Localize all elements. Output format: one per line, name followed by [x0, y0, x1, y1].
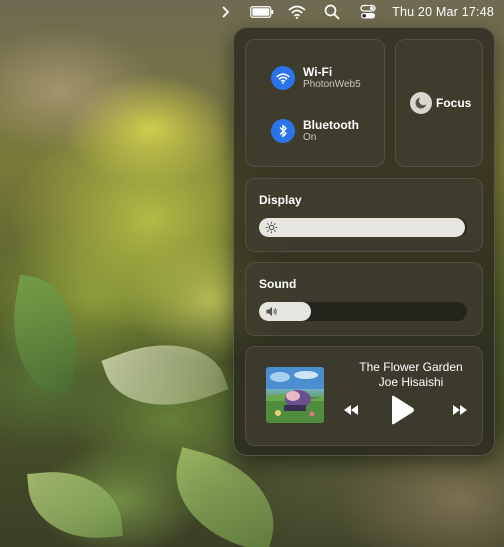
wallpaper-leaf: [0, 274, 90, 396]
speaker-icon: [266, 306, 277, 317]
battery-icon[interactable]: [250, 0, 274, 24]
wallpaper-leaf: [161, 447, 289, 547]
track-title: The Flower Garden: [359, 360, 463, 374]
control-center-icon[interactable]: [360, 0, 376, 24]
focus-tile[interactable]: Focus: [395, 39, 483, 167]
track-artist: Joe Hisaishi: [378, 375, 444, 389]
wifi-toggle[interactable]: Wi-Fi PhotonWeb5: [271, 65, 361, 91]
rewind-icon[interactable]: [342, 403, 360, 417]
sun-icon: [265, 221, 278, 234]
control-center-panel: Wi-Fi PhotonWeb5 Bluetooth On Focus Disp…: [233, 27, 495, 456]
album-artwork[interactable]: [266, 367, 324, 423]
top-menu-bar: Thu 20 Mar 17:48: [0, 0, 504, 24]
wifi-title: Wi-Fi: [303, 65, 333, 79]
display-tile: Display: [245, 178, 483, 252]
focus-label: Focus: [436, 96, 472, 110]
chevron-right-icon[interactable]: [220, 0, 230, 24]
wallpaper-leaf: [27, 466, 123, 544]
bluetooth-status: On: [303, 132, 317, 143]
wallpaper-leaf: [101, 323, 229, 427]
brightness-slider-fill: [259, 218, 465, 237]
bluetooth-toggle[interactable]: Bluetooth On: [271, 118, 359, 144]
volume-slider[interactable]: [259, 302, 467, 321]
sound-title: Sound: [259, 277, 297, 291]
bluetooth-title: Bluetooth: [303, 118, 359, 132]
connectivity-tile: Wi-Fi PhotonWeb5 Bluetooth On: [245, 39, 385, 167]
wifi-network-name: PhotonWeb5: [303, 79, 361, 90]
wifi-icon[interactable]: [288, 0, 306, 24]
sound-tile: Sound: [245, 262, 483, 336]
display-title: Display: [259, 193, 302, 207]
search-icon[interactable]: [324, 0, 340, 24]
bluetooth-icon[interactable]: [271, 119, 295, 143]
fast-forward-icon[interactable]: [451, 403, 469, 417]
clock[interactable]: Thu 20 Mar 17:48: [392, 0, 494, 24]
wifi-icon[interactable]: [271, 66, 295, 90]
now-playing-tile: The Flower Garden Joe Hisaishi: [245, 346, 483, 446]
play-icon[interactable]: [386, 393, 418, 427]
moon-icon: [410, 92, 432, 114]
brightness-slider[interactable]: [259, 218, 467, 237]
